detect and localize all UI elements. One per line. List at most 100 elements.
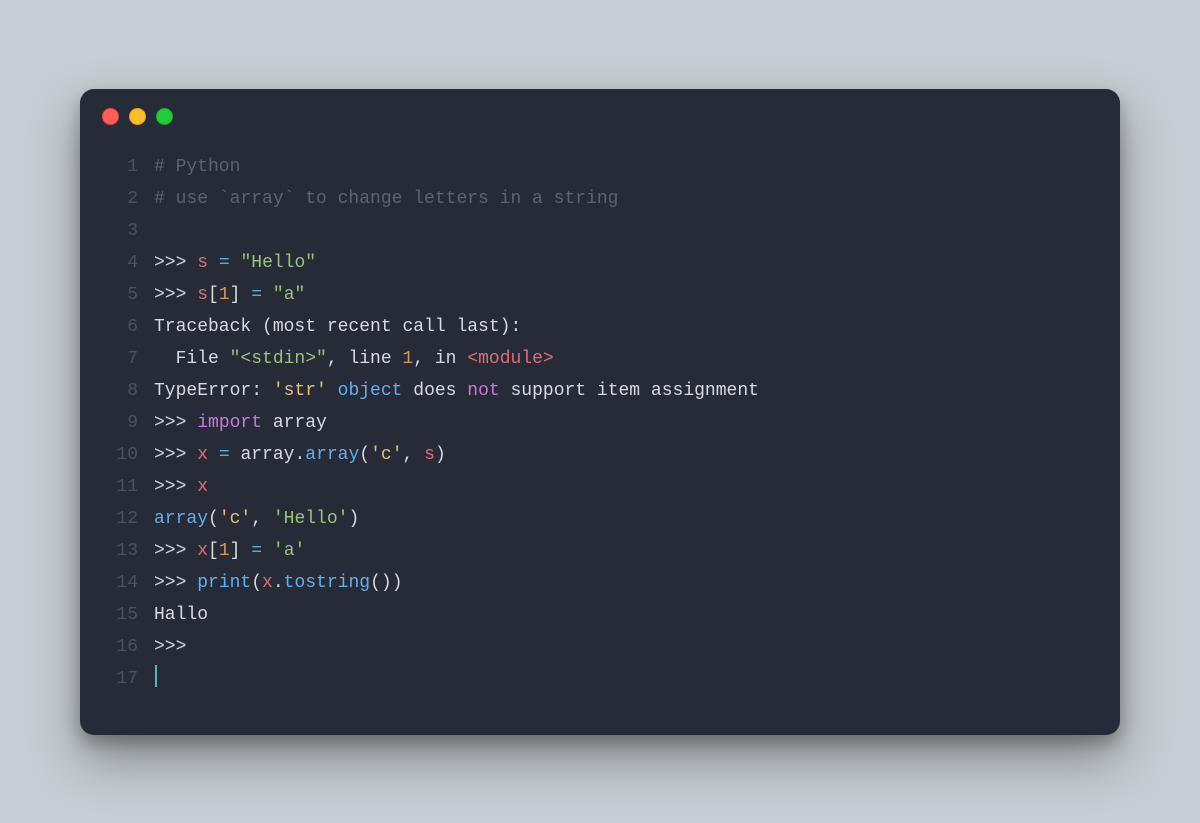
- token: Hallo: [154, 605, 208, 625]
- token: "a": [273, 285, 305, 305]
- token: 'a': [273, 541, 305, 561]
- line-number: 10: [80, 439, 154, 471]
- code-line: 4>>> s = "Hello": [80, 247, 1120, 279]
- line-number: 3: [80, 215, 154, 247]
- token: File: [154, 349, 230, 369]
- line-content: >>> x[1] = 'a': [154, 535, 305, 567]
- token: ,: [251, 509, 273, 529]
- line-content: >>> s[1] = "a": [154, 279, 305, 311]
- token: [262, 541, 273, 561]
- token: ]: [230, 285, 241, 305]
- token: [: [208, 541, 219, 561]
- zoom-icon[interactable]: [156, 108, 173, 125]
- token: s: [424, 445, 435, 465]
- line-content: Traceback (most recent call last):: [154, 311, 521, 343]
- token: 1: [219, 541, 230, 561]
- token: x: [197, 445, 208, 465]
- code-line: 7 File "<stdin>", line 1, in <module>: [80, 343, 1120, 375]
- line-number: 17: [80, 663, 154, 695]
- code-line: 3: [80, 215, 1120, 247]
- code-line: 12array('c', 'Hello'): [80, 503, 1120, 535]
- token: >>>: [154, 637, 186, 657]
- token: object: [338, 381, 403, 401]
- token: import: [197, 413, 262, 433]
- token: "Hello": [240, 253, 316, 273]
- token: print: [197, 573, 251, 593]
- code-line: 16>>>: [80, 631, 1120, 663]
- token: ]: [230, 541, 241, 561]
- token: s: [197, 285, 208, 305]
- token: not: [467, 381, 499, 401]
- code-area[interactable]: 1# Python2# use `array` to change letter…: [80, 145, 1120, 695]
- token: ,: [403, 445, 425, 465]
- token: array.: [230, 445, 306, 465]
- line-number: 9: [80, 407, 154, 439]
- line-content: File "<stdin>", line 1, in <module>: [154, 343, 554, 375]
- token: array: [154, 509, 208, 529]
- line-content: array('c', 'Hello'): [154, 503, 359, 535]
- token: array: [305, 445, 359, 465]
- token: >>>: [154, 413, 197, 433]
- token: tostring: [284, 573, 370, 593]
- token: [327, 381, 338, 401]
- code-line: 6Traceback (most recent call last):: [80, 311, 1120, 343]
- token: # use `array` to change letters in a str…: [154, 189, 618, 209]
- line-content: >>> print(x.tostring()): [154, 567, 403, 599]
- line-number: 4: [80, 247, 154, 279]
- line-content: [154, 663, 157, 695]
- token: ()): [370, 573, 402, 593]
- code-line: 1# Python: [80, 151, 1120, 183]
- token: [: [208, 285, 219, 305]
- line-number: 8: [80, 375, 154, 407]
- token: ): [435, 445, 446, 465]
- line-number: 15: [80, 599, 154, 631]
- close-icon[interactable]: [102, 108, 119, 125]
- token: =: [251, 285, 262, 305]
- code-line: 10>>> x = array.array('c', s): [80, 439, 1120, 471]
- line-number: 12: [80, 503, 154, 535]
- token: .: [273, 573, 284, 593]
- line-number: 16: [80, 631, 154, 663]
- token: , line: [327, 349, 403, 369]
- line-number: 13: [80, 535, 154, 567]
- token: x: [197, 541, 208, 561]
- token: [208, 445, 219, 465]
- token: [208, 253, 219, 273]
- token: 1: [402, 349, 413, 369]
- line-content: # use `array` to change letters in a str…: [154, 183, 618, 215]
- line-number: 11: [80, 471, 154, 503]
- token: [230, 253, 241, 273]
- stage: 1# Python2# use `array` to change letter…: [0, 0, 1200, 823]
- token: x: [262, 573, 273, 593]
- token: 'c': [370, 445, 402, 465]
- minimize-icon[interactable]: [129, 108, 146, 125]
- code-line: 2# use `array` to change letters in a st…: [80, 183, 1120, 215]
- token: , in: [413, 349, 467, 369]
- line-number: 14: [80, 567, 154, 599]
- code-line: 5>>> s[1] = "a": [80, 279, 1120, 311]
- line-number: 5: [80, 279, 154, 311]
- line-number: 7: [80, 343, 154, 375]
- token: 'str': [273, 381, 327, 401]
- token: # Python: [154, 157, 240, 177]
- token: =: [219, 253, 230, 273]
- line-number: 1: [80, 151, 154, 183]
- token: >>>: [154, 285, 197, 305]
- token: array: [262, 413, 327, 433]
- token: >>>: [154, 573, 197, 593]
- code-line: 15Hallo: [80, 599, 1120, 631]
- token: 'Hello': [273, 509, 349, 529]
- token: >>>: [154, 445, 197, 465]
- cursor-icon: [155, 665, 157, 687]
- token: >>>: [154, 541, 197, 561]
- token: "<stdin>": [230, 349, 327, 369]
- code-line: 8TypeError: 'str' object does not suppor…: [80, 375, 1120, 407]
- token: ): [348, 509, 359, 529]
- token: support item assignment: [500, 381, 759, 401]
- token: Traceback (most recent call last):: [154, 317, 521, 337]
- line-content: >>> s = "Hello": [154, 247, 316, 279]
- token: TypeError:: [154, 381, 273, 401]
- code-line: 17: [80, 663, 1120, 695]
- token: [240, 285, 251, 305]
- token: s: [197, 253, 208, 273]
